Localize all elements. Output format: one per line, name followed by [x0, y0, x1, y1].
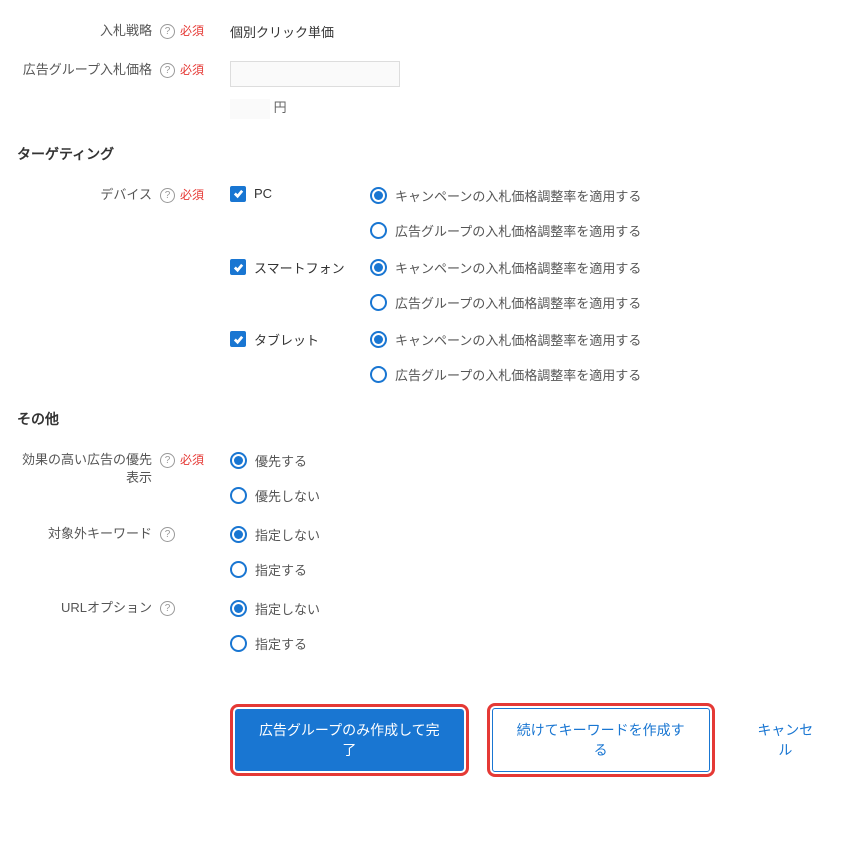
highlight-box: 続けてキーワードを作成する — [487, 703, 715, 777]
radio-label: 広告グループの入札価格調整率を適用する — [395, 365, 641, 384]
help-icon[interactable]: ? — [160, 601, 175, 616]
help-icon[interactable]: ? — [160, 63, 175, 78]
help-icon[interactable]: ? — [160, 453, 175, 468]
continue-create-keyword-button[interactable]: 続けてキーワードを作成する — [492, 708, 710, 772]
device-label: デバイス — [15, 184, 160, 204]
cancel-button[interactable]: キャンセル — [733, 709, 850, 771]
radio-label: 優先する — [255, 451, 307, 470]
help-icon[interactable]: ? — [160, 188, 175, 203]
device-sp-checkbox[interactable] — [230, 259, 246, 275]
radio-label: 広告グループの入札価格調整率を適用する — [395, 293, 641, 312]
device-tablet-radio-adgroup[interactable] — [370, 366, 387, 383]
device-pc-label: PC — [254, 186, 272, 201]
targeting-title: ターゲティング — [17, 144, 850, 164]
negative-keyword-row: 対象外キーワード ? 指定しない 指定する — [15, 523, 850, 579]
device-sp-radio-adgroup[interactable] — [370, 294, 387, 311]
adgroup-bid-input[interactable] — [230, 61, 400, 87]
help-icon[interactable]: ? — [160, 527, 175, 542]
other-title: その他 — [17, 409, 850, 429]
device-sp-radio-campaign[interactable] — [370, 259, 387, 276]
required-badge: 必須 — [180, 63, 204, 77]
priority-ad-radio-yes[interactable] — [230, 452, 247, 469]
radio-label: キャンペーンの入札価格調整率を適用する — [395, 330, 641, 349]
device-sp-label: スマートフォン — [254, 258, 345, 277]
highlight-box: 広告グループのみ作成して完了 — [230, 704, 469, 776]
device-tablet: タブレット キャンペーンの入札価格調整率を適用する 広告グループの入札価格調整率… — [230, 330, 850, 384]
create-adgroup-button[interactable]: 広告グループのみ作成して完了 — [235, 709, 464, 771]
negative-keyword-radio-no[interactable] — [230, 526, 247, 543]
radio-label: 指定しない — [255, 525, 320, 544]
radio-label: 広告グループの入札価格調整率を適用する — [395, 221, 641, 240]
device-tablet-label: タブレット — [254, 330, 319, 349]
radio-label: キャンペーンの入札価格調整率を適用する — [395, 186, 641, 205]
device-pc: PC キャンペーンの入札価格調整率を適用する 広告グループの入札価格調整率を適用… — [230, 186, 850, 240]
negative-keyword-label: 対象外キーワード — [15, 523, 160, 543]
priority-ad-radio-no[interactable] — [230, 487, 247, 504]
bid-strategy-value: 個別クリック単価 — [225, 20, 850, 41]
device-pc-checkbox[interactable] — [230, 186, 246, 202]
radio-label: 優先しない — [255, 486, 320, 505]
device-sp: スマートフォン キャンペーンの入札価格調整率を適用する 広告グループの入札価格調… — [230, 258, 850, 312]
device-pc-radio-campaign[interactable] — [370, 187, 387, 204]
currency-placeholder — [230, 99, 270, 119]
priority-ad-row: 効果の高い広告の優先表示 ? 必須 優先する 優先しない — [15, 449, 850, 505]
required-badge: 必須 — [180, 188, 204, 202]
adgroup-bid-label: 広告グループ入札価格 — [15, 59, 160, 79]
radio-label: 指定しない — [255, 599, 320, 618]
url-option-row: URLオプション ? 指定しない 指定する — [15, 597, 850, 653]
device-tablet-radio-campaign[interactable] — [370, 331, 387, 348]
radio-label: キャンペーンの入札価格調整率を適用する — [395, 258, 641, 277]
radio-label: 指定する — [255, 560, 307, 579]
url-option-radio-yes[interactable] — [230, 635, 247, 652]
required-badge: 必須 — [180, 24, 204, 38]
url-option-radio-no[interactable] — [230, 600, 247, 617]
device-tablet-checkbox[interactable] — [230, 331, 246, 347]
bid-strategy-label: 入札戦略 — [15, 20, 160, 40]
bid-strategy-row: 入札戦略 ? 必須 個別クリック単価 — [15, 20, 850, 41]
negative-keyword-radio-yes[interactable] — [230, 561, 247, 578]
url-option-label: URLオプション — [15, 597, 160, 617]
currency-label: 円 — [274, 100, 287, 115]
adgroup-bid-row: 広告グループ入札価格 ? 必須 円 — [15, 59, 850, 119]
radio-label: 指定する — [255, 634, 307, 653]
button-row: 広告グループのみ作成して完了 続けてキーワードを作成する キャンセル — [15, 703, 850, 777]
help-icon[interactable]: ? — [160, 24, 175, 39]
required-badge: 必須 — [180, 453, 204, 467]
priority-ad-label: 効果の高い広告の優先表示 — [15, 449, 160, 487]
device-row: デバイス ? 必須 PC キャンペーンの入札価格調整率を適用する 広告グループの… — [15, 184, 850, 384]
device-pc-radio-adgroup[interactable] — [370, 222, 387, 239]
